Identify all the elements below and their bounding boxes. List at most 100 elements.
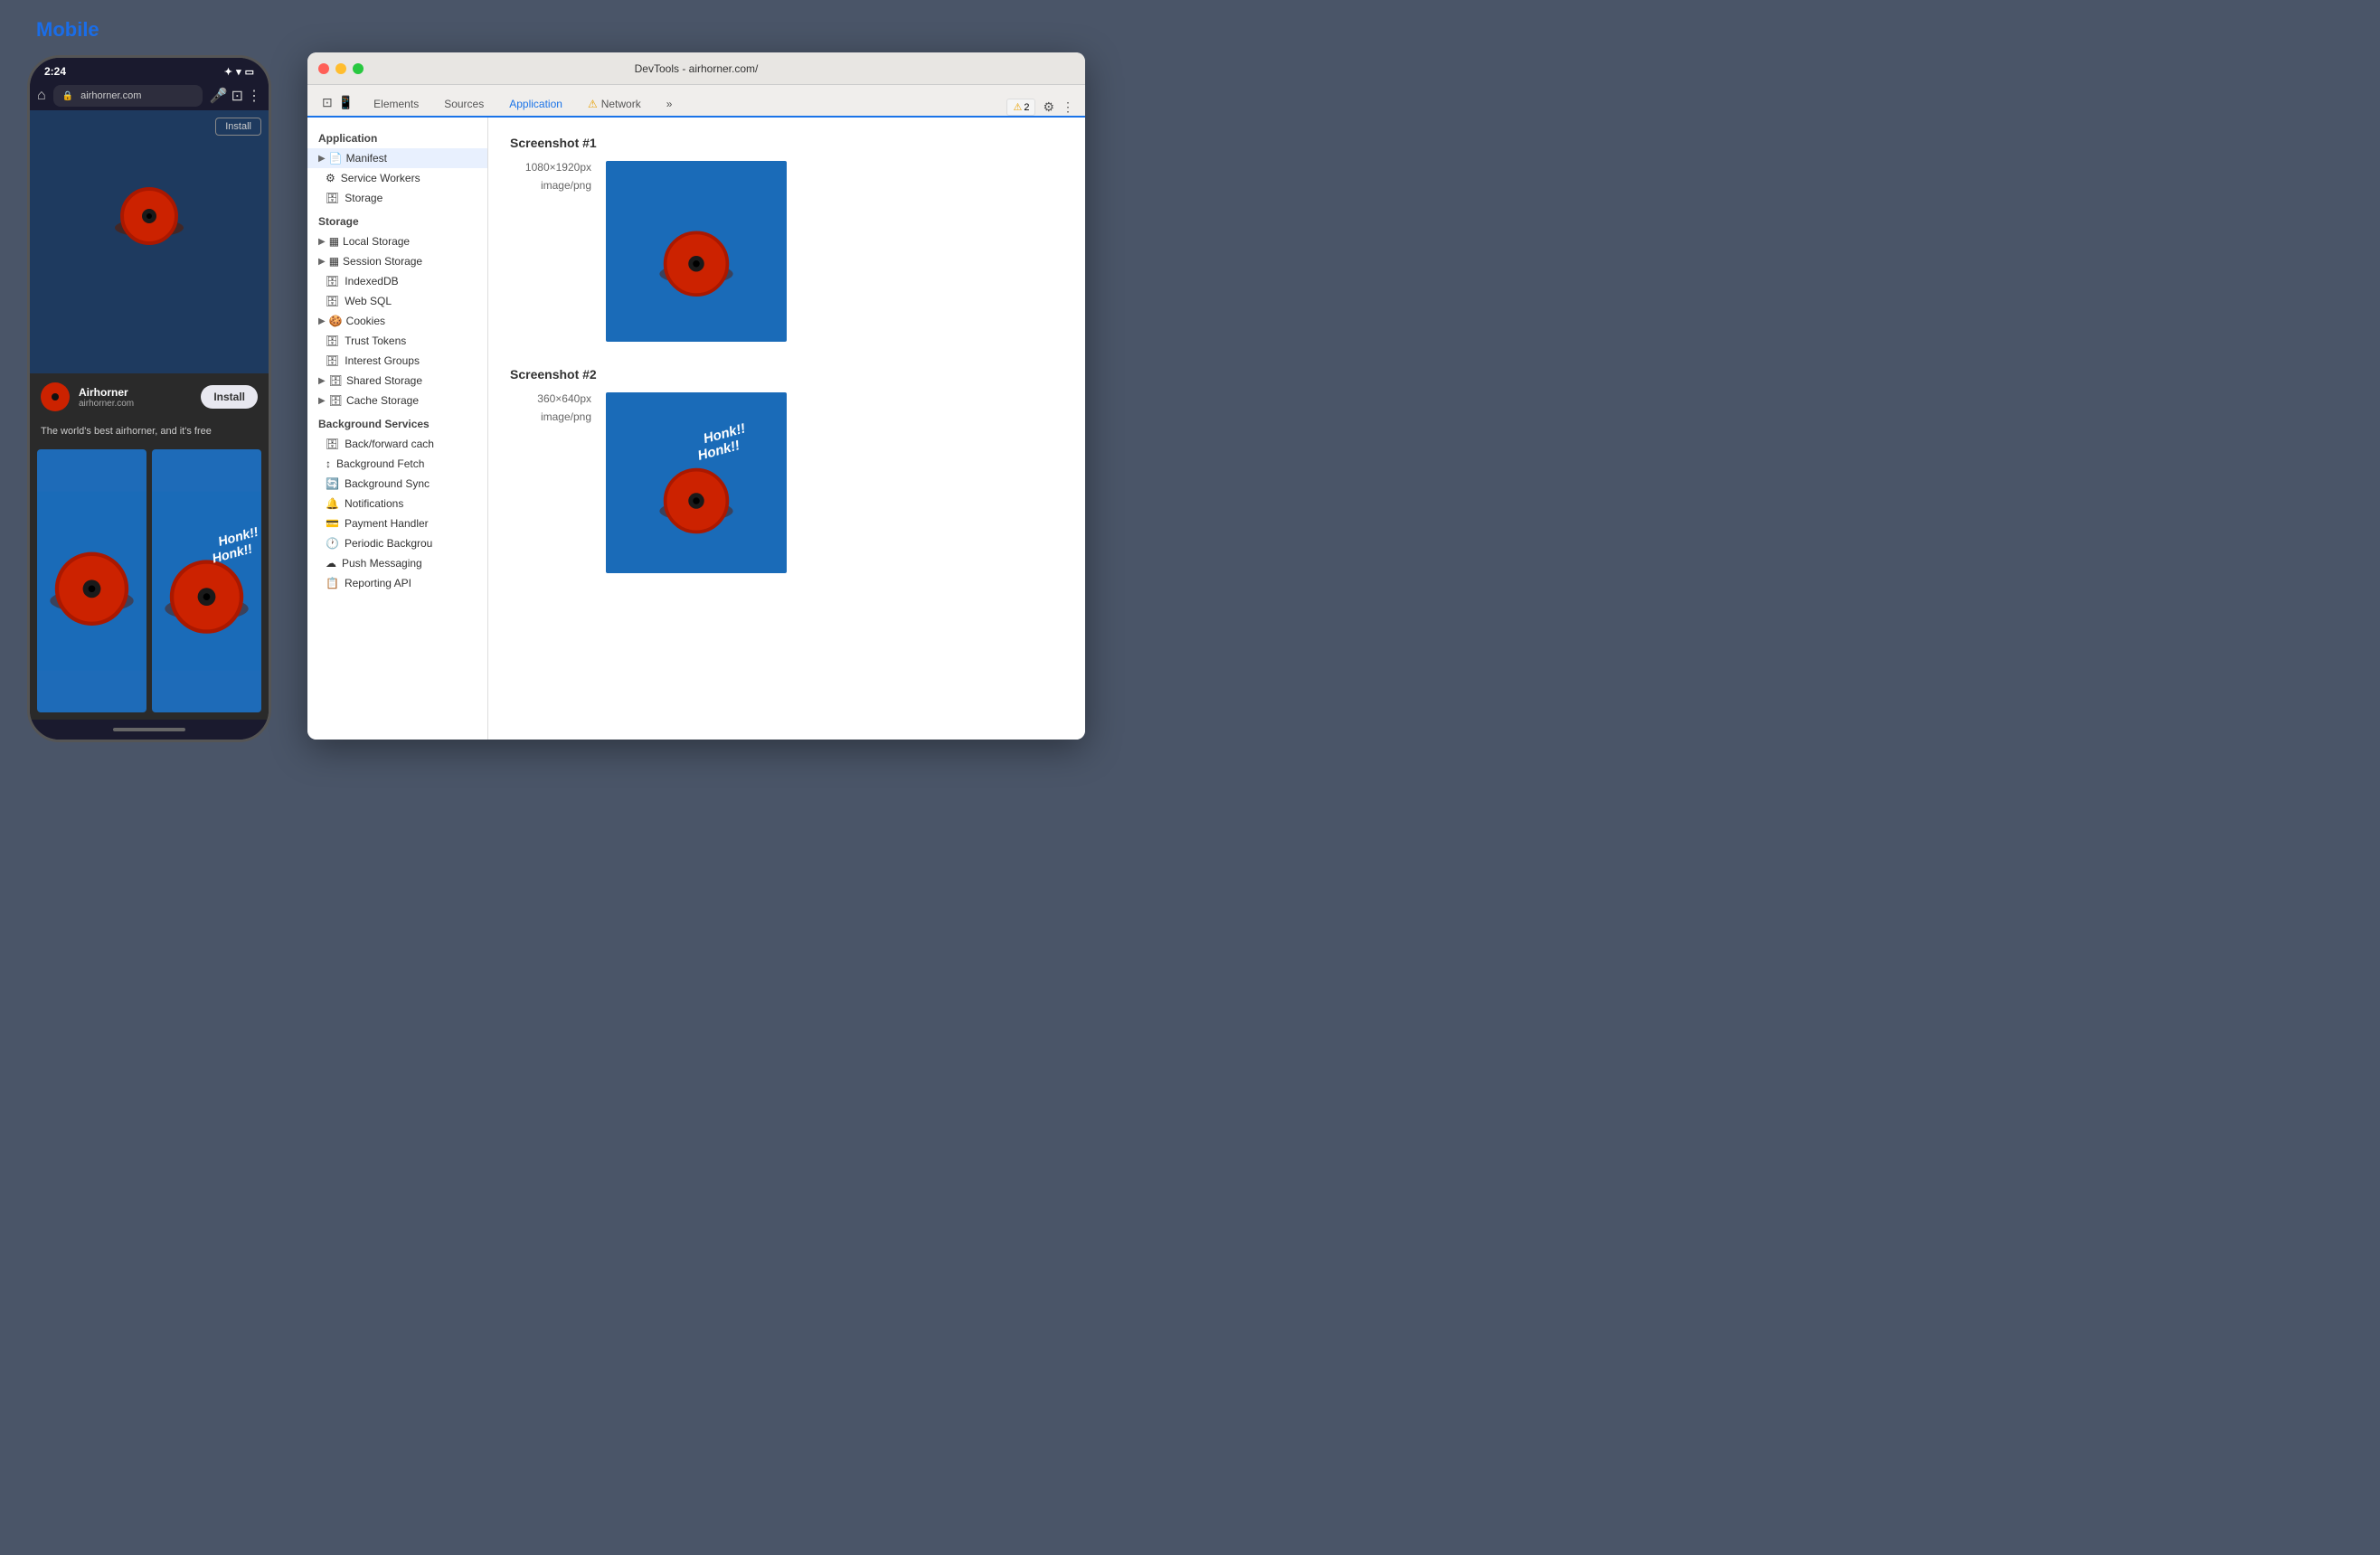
devtools-window: DevTools - airhorner.com/ ⊡ 📱 Elements S… (307, 52, 1085, 740)
sidebar-item-local-storage[interactable]: ▶ ▦ Local Storage (307, 231, 487, 251)
close-button[interactable] (318, 63, 329, 74)
manifest-icon: 📄 (329, 152, 343, 165)
periodic-background-icon: 🕐 (326, 537, 339, 550)
phone-ss2-svg: Honk!! Honk!! (152, 449, 261, 712)
sidebar-item-indexeddb[interactable]: 🗄 IndexedDB (307, 271, 487, 291)
screenshot-1-dims: 1080×1920px (510, 161, 591, 174)
lock-icon: 🔒 (62, 91, 73, 101)
sidebar-item-storage-overview[interactable]: 🗄 Storage (307, 188, 487, 208)
sidebar-item-push-messaging[interactable]: ☁ Push Messaging (307, 553, 487, 573)
tab-more[interactable]: » (654, 92, 685, 118)
menu-icon[interactable]: ⋮ (247, 87, 261, 105)
screenshot-2-svg: Honk!! Honk!! (606, 392, 787, 573)
cookies-chevron: ▶ (318, 316, 326, 326)
sidebar-item-session-storage[interactable]: ▶ ▦ Session Storage (307, 251, 487, 271)
manifest-chevron: ▶ (318, 154, 326, 164)
local-storage-label: Local Storage (343, 235, 410, 248)
phone-time: 2:24 (44, 65, 66, 78)
inspect-element-icon[interactable]: ⊡ (322, 95, 333, 110)
interest-groups-label: Interest Groups (345, 354, 420, 367)
screenshot-2-dims: 360×640px (510, 392, 591, 405)
sidebar-item-interest-groups[interactable]: 🗄 Interest Groups (307, 351, 487, 371)
warning-count: 2 (1024, 102, 1029, 113)
push-messaging-label: Push Messaging (342, 557, 422, 570)
push-messaging-icon: ☁ (326, 557, 336, 570)
screenshot-2-title: Screenshot #2 (510, 367, 1063, 382)
background-fetch-label: Background Fetch (336, 457, 424, 470)
phone-screenshot-2: Honk!! Honk!! (152, 449, 261, 712)
devtools-sidebar: Application ▶ 📄 Manifest ⚙ Service Worke… (307, 118, 488, 740)
screenshot-1-title: Screenshot #1 (510, 136, 1063, 150)
periodic-background-label: Periodic Backgrou (345, 537, 432, 550)
storage-overview-icon: 🗄 (326, 192, 339, 204)
notifications-icon: 🔔 (326, 497, 339, 510)
banner-install-button[interactable]: Install (201, 385, 258, 409)
install-top-button[interactable]: Install (215, 118, 261, 136)
sidebar-item-web-sql[interactable]: 🗄 Web SQL (307, 291, 487, 311)
settings-icon[interactable]: ⚙ (1043, 99, 1054, 115)
indexeddb-icon: 🗄 (326, 275, 339, 287)
screenshot-1-info: 1080×1920px image/png (510, 161, 591, 193)
phone-url: airhorner.com (80, 90, 194, 101)
shared-storage-icon: 🗄 (329, 374, 343, 387)
sidebar-item-periodic-background[interactable]: 🕐 Periodic Backgrou (307, 533, 487, 553)
sidebar-section-background-services: Background Services (307, 410, 487, 434)
tab-application[interactable]: Application (496, 92, 575, 118)
maximize-button[interactable] (353, 63, 364, 74)
sidebar-item-service-workers[interactable]: ⚙ Service Workers (307, 168, 487, 188)
sidebar-item-background-sync[interactable]: 🔄 Background Sync (307, 474, 487, 494)
phone-screenshot-1 (37, 449, 146, 712)
sidebar-item-manifest[interactable]: ▶ 📄 Manifest (307, 148, 487, 168)
shared-storage-chevron: ▶ (318, 376, 326, 386)
background-sync-label: Background Sync (345, 477, 430, 490)
cache-storage-icon: 🗄 (329, 394, 343, 407)
sidebar-item-cache-storage[interactable]: ▶ 🗄 Cache Storage (307, 391, 487, 410)
screenshot-2-image: Honk!! Honk!! (606, 392, 787, 573)
phone-screenshots-row: Honk!! Honk!! (30, 442, 269, 720)
phone-home-indicator (30, 720, 269, 740)
sidebar-item-shared-storage[interactable]: ▶ 🗄 Shared Storage (307, 371, 487, 391)
sidebar-item-payment-handler[interactable]: 💳 Payment Handler (307, 514, 487, 533)
sidebar-item-cookies[interactable]: ▶ 🍪 Cookies (307, 311, 487, 331)
web-sql-icon: 🗄 (326, 295, 339, 307)
tab-network[interactable]: ⚠ Network (575, 92, 654, 118)
tab-elements[interactable]: Elements (361, 92, 431, 118)
tab-sources[interactable]: Sources (431, 92, 496, 118)
manifest-label: Manifest (346, 152, 387, 165)
devtools-titlebar: DevTools - airhorner.com/ (307, 52, 1085, 85)
local-storage-chevron: ▶ (318, 237, 326, 247)
mic-icon[interactable]: 🎤 (210, 87, 228, 105)
storage-overview-label: Storage (345, 192, 382, 204)
session-storage-label: Session Storage (343, 255, 422, 268)
phone-status-icons: ✦ ▾ ▭ (224, 66, 254, 78)
device-mode-icon[interactable]: 📱 (338, 95, 354, 110)
devtools-main-content: Screenshot #1 1080×1920px image/png (488, 118, 1085, 740)
service-workers-icon: ⚙ (326, 172, 335, 184)
tab-actions: ⚠ 2 ⚙ ⋮ (1006, 99, 1078, 116)
sidebar-section-storage: Storage (307, 208, 487, 231)
cache-storage-label: Cache Storage (346, 394, 419, 407)
sidebar-item-reporting-api[interactable]: 📋 Reporting API (307, 573, 487, 593)
home-bar (113, 728, 185, 731)
minimize-button[interactable] (335, 63, 346, 74)
network-warning-icon: ⚠ (588, 98, 598, 110)
sidebar-section-application: Application (307, 125, 487, 148)
sidebar-item-notifications[interactable]: 🔔 Notifications (307, 494, 487, 514)
airhorner-hero-svg (104, 178, 194, 250)
trust-tokens-label: Trust Tokens (345, 335, 406, 347)
interest-groups-icon: 🗄 (326, 354, 339, 367)
phone-ss1-svg (37, 449, 146, 712)
sidebar-item-back-forward-cache[interactable]: 🗄 Back/forward cach (307, 434, 487, 454)
sidebar-item-background-fetch[interactable]: ↕ Background Fetch (307, 454, 487, 474)
more-options-icon[interactable]: ⋮ (1062, 99, 1074, 115)
devtools-title: DevTools - airhorner.com/ (635, 62, 759, 75)
phone-install-banner: Airhorner airhorner.com Install (30, 373, 269, 420)
home-nav-icon[interactable]: ⌂ (37, 88, 46, 104)
devtools-tabs: ⊡ 📱 Elements Sources Application ⚠ Netwo… (307, 85, 1085, 118)
warning-badge[interactable]: ⚠ 2 (1006, 99, 1035, 116)
phone-address-bar[interactable]: 🔒 airhorner.com (53, 85, 203, 107)
background-fetch-icon: ↕ (326, 457, 331, 470)
tab-icon[interactable]: ⊡ (231, 87, 243, 105)
sidebar-item-trust-tokens[interactable]: 🗄 Trust Tokens (307, 331, 487, 351)
screenshot-2-info: 360×640px image/png (510, 392, 591, 425)
